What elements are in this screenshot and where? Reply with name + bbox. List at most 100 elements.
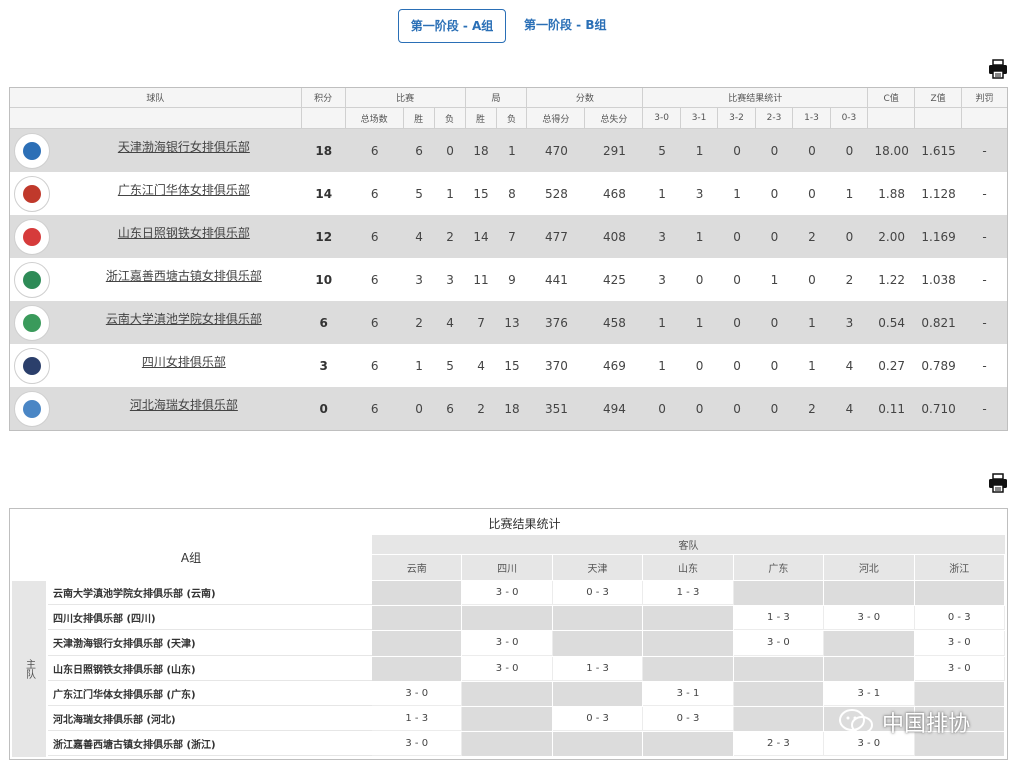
matrix-result-cell: 3 - 1 [824, 681, 915, 706]
team-logo[interactable] [14, 390, 50, 427]
points-value: 0 [319, 401, 328, 416]
match-wins: 0 [415, 401, 423, 416]
matrix-guest-label: 客队 [372, 535, 1005, 555]
match-losses: 5 [446, 358, 454, 373]
header-r32: 3-2 [718, 108, 756, 128]
team-name-link[interactable]: 山东日照钢铁女排俱乐部 [118, 224, 250, 241]
result-2-3: 0 [770, 143, 779, 158]
matrix-column-headers: 云南 四川 天津 山东 广东 河北 浙江 [372, 555, 1005, 580]
team-name-link[interactable]: 广东江门华体女排俱乐部 [118, 181, 250, 198]
total-matches: 6 [370, 358, 379, 373]
penalty: - [982, 229, 987, 244]
team-logo[interactable] [14, 347, 50, 384]
games-lost: 8 [508, 186, 516, 201]
team-name-link[interactable]: 河北海瑞女排俱乐部 [130, 396, 238, 413]
total-matches: 6 [370, 272, 379, 287]
matrix-row: 天津渤海银行女排俱乐部 (天津) 3 - 0 3 - 0 3 - 0 [48, 631, 1005, 657]
result-3-2: 0 [733, 401, 741, 416]
matrix-result-cell [733, 581, 825, 606]
result-3-0: 1 [658, 358, 666, 373]
header-total: 总场数 [346, 108, 404, 128]
matrix-result-cell [914, 581, 1005, 606]
games-lost: 15 [504, 358, 520, 373]
stage-tabs: 第一阶段 - A组 第一阶段 - B组 [398, 9, 622, 43]
matrix-result-cell: 1 - 3 [372, 706, 463, 732]
games-lost: 9 [508, 272, 516, 287]
result-3-1: 0 [695, 272, 704, 287]
team-logo-cell [10, 344, 66, 387]
total-matches: 6 [370, 315, 379, 330]
matrix-row: 山东日照钢铁女排俱乐部 (山东) 3 - 01 - 33 - 0 [48, 656, 1005, 682]
points-for: 470 [545, 143, 568, 158]
result-0-3: 4 [845, 401, 854, 416]
points-against: 494 [602, 401, 626, 416]
result-0-3: 1 [845, 186, 854, 201]
standings-header-top: 球队 积分 比赛 局 分数 比赛结果统计 C值 Z值 判罚 [10, 88, 1007, 108]
team-name-link[interactable]: 天津渤海银行女排俱乐部 [118, 138, 250, 155]
team-name-cell: 四川女排俱乐部 [66, 344, 302, 387]
z-value: 1.615 [921, 143, 956, 158]
team-logo-mark [23, 227, 41, 246]
header-r03: 0-3 [831, 108, 869, 128]
points-against: 408 [602, 229, 626, 244]
matrix-result-cell [552, 606, 644, 631]
team-logo[interactable] [14, 175, 50, 212]
match-losses: 3 [446, 272, 454, 287]
matrix-title: 比赛结果统计 [488, 517, 561, 531]
team-logo[interactable] [14, 261, 50, 298]
c-value: 0.27 [878, 358, 905, 373]
points-value: 14 [315, 186, 333, 201]
games-lost: 13 [504, 315, 520, 330]
match-losses: 2 [446, 229, 454, 244]
matrix-result-cell: 3 - 0 [733, 631, 825, 656]
team-logo[interactable] [14, 304, 50, 341]
tab-stage1-group-b[interactable]: 第一阶段 - B组 [508, 9, 622, 43]
team-name-link[interactable]: 四川女排俱乐部 [142, 353, 226, 370]
penalty: - [982, 358, 987, 373]
z-value: 1.038 [921, 272, 956, 287]
standings-row: 山东日照钢铁女排俱乐部 12 6 4 2 14 7 477 408 3 1 0 0 2 0 2.00 1.169… [10, 215, 1007, 258]
header-points-against: 总失分 [585, 108, 644, 128]
matrix-column-header: 云南 [372, 555, 463, 580]
team-name-link[interactable]: 云南大学滇池学院女排俱乐部 [106, 310, 262, 327]
watermark: 中国排协 [838, 706, 970, 738]
result-3-1: 1 [695, 143, 704, 158]
team-logo[interactable] [14, 132, 50, 169]
total-matches: 6 [370, 186, 379, 201]
printer-icon[interactable] [988, 59, 1008, 79]
header-r13: 1-3 [793, 108, 831, 128]
matrix-result-cell [824, 656, 915, 681]
games-lost: 7 [508, 229, 516, 244]
result-2-3: 0 [770, 186, 779, 201]
games-won: 18 [473, 143, 489, 158]
header-win: 胜 [404, 108, 435, 128]
matrix-column-header: 山东 [643, 555, 734, 580]
team-name-cell: 云南大学滇池学院女排俱乐部 [66, 301, 302, 344]
team-name-cell: 天津渤海银行女排俱乐部 [66, 129, 302, 172]
team-name-link[interactable]: 浙江嘉善西塘古镇女排俱乐部 [106, 267, 262, 284]
standings-table: 球队 积分 比赛 局 分数 比赛结果统计 C值 Z值 判罚 总场数 胜 负 胜 … [9, 87, 1008, 431]
matrix-result-cell: 3 - 1 [643, 681, 734, 706]
match-wins: 2 [415, 315, 423, 330]
z-value: 1.169 [921, 229, 956, 244]
penalty: - [982, 272, 987, 287]
result-3-2: 0 [733, 315, 741, 330]
matrix-result-cell: 3 - 0 [372, 681, 463, 706]
matrix-result-cell [643, 631, 734, 656]
standings-row: 河北海瑞女排俱乐部 0 6 0 6 2 18 351 494 0 0 0 0 2 4 0.11 0.710 - [10, 387, 1007, 430]
penalty: - [982, 143, 987, 158]
result-3-0: 3 [658, 229, 666, 244]
team-logo[interactable] [14, 218, 50, 255]
team-logo-cell [10, 172, 66, 215]
tab-stage1-group-a[interactable]: 第一阶段 - A组 [398, 9, 506, 43]
matrix-result-cell [462, 681, 553, 706]
result-3-0: 3 [658, 272, 666, 287]
result-1-3: 1 [808, 358, 816, 373]
result-2-3: 1 [770, 272, 779, 287]
standings-row: 天津渤海银行女排俱乐部 18 6 6 0 18 1 470 291 5 1 0 0 0 0 18.00 1.61… [10, 129, 1007, 172]
result-3-2: 0 [733, 229, 741, 244]
printer-icon[interactable] [988, 473, 1008, 493]
result-0-3: 0 [845, 229, 854, 244]
team-logo-cell [10, 258, 66, 301]
result-0-3: 2 [845, 272, 854, 287]
